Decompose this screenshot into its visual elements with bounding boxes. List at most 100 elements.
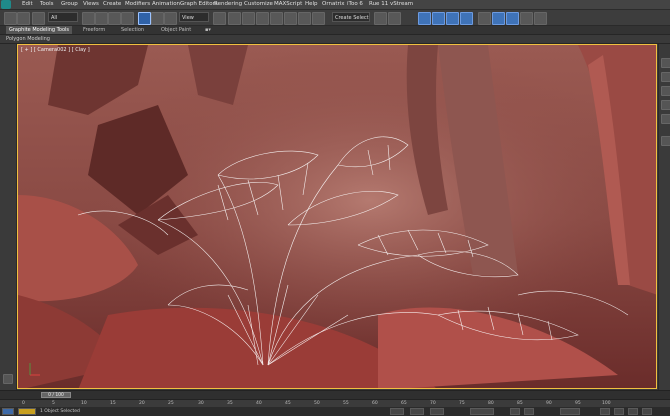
edit-named-selection-icon[interactable]: [312, 12, 325, 25]
menu-edit[interactable]: Edit: [22, 0, 33, 9]
named-selection-set-dropdown[interactable]: Create Selection S: [332, 12, 370, 22]
select-rotate-icon[interactable]: [151, 12, 164, 25]
ruler-tick: 70: [430, 401, 436, 406]
material-editor-icon[interactable]: [492, 12, 505, 25]
ruler-tick: 10: [81, 401, 87, 406]
menu-itoo[interactable]: iToo 6: [347, 0, 363, 9]
status-bar: 1 Object Selected: [0, 407, 670, 416]
manipulate-icon[interactable]: [228, 12, 241, 25]
modify-panel-icon[interactable]: [661, 72, 670, 82]
ruler-tick: 55: [343, 401, 349, 406]
menu-customize[interactable]: Customize: [244, 0, 273, 9]
pivot-center-icon[interactable]: [213, 12, 226, 25]
ribbon-options-icon[interactable]: ▪▾: [202, 26, 214, 34]
select-scale-icon[interactable]: [164, 12, 177, 25]
rendered-frame-window-icon[interactable]: [520, 12, 533, 25]
select-object-icon[interactable]: [82, 12, 95, 25]
maximize-viewport-icon[interactable]: [642, 408, 652, 415]
time-slider-track[interactable]: 0 / 100: [0, 390, 670, 399]
percent-snap-icon[interactable]: [284, 12, 297, 25]
menu-tools[interactable]: Tools: [40, 0, 54, 9]
ruler-tick: 45: [285, 401, 291, 406]
render-setup-icon[interactable]: [506, 12, 519, 25]
select-move-icon[interactable]: [138, 12, 151, 25]
motion-panel-icon[interactable]: [661, 100, 670, 110]
mirror-icon[interactable]: [374, 12, 387, 25]
viewport-layout-icon[interactable]: [3, 374, 13, 384]
create-panel-icon[interactable]: [661, 58, 670, 68]
keyboard-shortcut-icon[interactable]: [242, 12, 255, 25]
reference-coord-dropdown[interactable]: View: [179, 12, 209, 22]
menu-group[interactable]: Group: [61, 0, 78, 9]
tab-graphite-modeling-tools[interactable]: Graphite Modeling Tools: [6, 26, 73, 34]
angle-snap-icon[interactable]: [270, 12, 283, 25]
left-viewport-strip: [0, 44, 17, 390]
grid-field[interactable]: [470, 408, 494, 415]
scene-explorer-icon[interactable]: [418, 12, 431, 25]
z-coord-field[interactable]: [430, 408, 444, 415]
menu-maxscript[interactable]: MAXScript: [274, 0, 302, 9]
play-icon[interactable]: [510, 408, 520, 415]
spinner-snap-icon[interactable]: [298, 12, 311, 25]
menu-modifiers[interactable]: Modifiers: [125, 0, 150, 9]
curve-editor-icon[interactable]: [460, 12, 473, 25]
viewport-label[interactable]: [ + ] [ Camera002 ] [ Clay ]: [21, 47, 90, 53]
status-selection-text: 1 Object Selected: [40, 409, 80, 414]
ruler-tick: 40: [256, 401, 262, 406]
menu-animation[interactable]: Animation: [152, 0, 180, 9]
pan-icon[interactable]: [614, 408, 624, 415]
panel-polygon-modeling[interactable]: Polygon Modeling: [6, 35, 50, 43]
ruler-tick: 95: [575, 401, 581, 406]
tab-freeform[interactable]: Freeform: [80, 26, 108, 34]
menu-help[interactable]: Help: [305, 0, 318, 9]
command-panel-strip: [658, 44, 670, 390]
menu-views[interactable]: Views: [83, 0, 99, 9]
ruler-tick: 35: [227, 401, 233, 406]
menu-graph-editors[interactable]: Graph Editors: [180, 0, 218, 9]
x-coord-field[interactable]: [390, 408, 404, 415]
link-icon[interactable]: [32, 12, 45, 25]
ruler-tick: 75: [459, 401, 465, 406]
display-panel-icon[interactable]: [661, 114, 670, 124]
orbit-icon[interactable]: [628, 408, 638, 415]
track-bar[interactable]: 0 5 10 15 20 25 30 35 40 45 50 55 60 65 …: [0, 399, 670, 407]
ruler-tick: 30: [198, 401, 204, 406]
tab-object-paint[interactable]: Object Paint: [158, 26, 194, 34]
window-crossing-icon[interactable]: [121, 12, 134, 25]
ruler-tick: 85: [517, 401, 523, 406]
select-by-name-icon[interactable]: [95, 12, 108, 25]
render-production-icon[interactable]: [534, 12, 547, 25]
tab-selection[interactable]: Selection: [118, 26, 147, 34]
camera-viewport[interactable]: [ + ] [ Camera002 ] [ Clay ]: [17, 44, 657, 389]
ruler-tick: 15: [110, 401, 116, 406]
hierarchy-panel-icon[interactable]: [661, 86, 670, 96]
selection-filter-dropdown[interactable]: All: [48, 12, 78, 22]
next-frame-icon[interactable]: [524, 408, 534, 415]
menu-ornatrix[interactable]: Ornatrix: [322, 0, 345, 9]
ruler-tick: 90: [546, 401, 552, 406]
selection-lock-icon[interactable]: [18, 408, 36, 415]
toggle-ribbon-icon[interactable]: [446, 12, 459, 25]
rect-selection-icon[interactable]: [108, 12, 121, 25]
y-coord-field[interactable]: [410, 408, 424, 415]
redo-icon[interactable]: [17, 12, 30, 25]
menu-rendering[interactable]: Rendering: [214, 0, 242, 9]
snap-toggle-icon[interactable]: [256, 12, 269, 25]
layer-explorer-icon[interactable]: [432, 12, 445, 25]
align-icon[interactable]: [388, 12, 401, 25]
app-logo-icon[interactable]: [1, 0, 11, 9]
schematic-view-icon[interactable]: [478, 12, 491, 25]
ruler-tick: 50: [314, 401, 320, 406]
auto-key-button[interactable]: [560, 408, 580, 415]
undo-icon[interactable]: [4, 12, 17, 25]
menu-create[interactable]: Create: [103, 0, 121, 9]
ribbon-tabs: Graphite Modeling Tools Freeform Selecti…: [0, 26, 670, 35]
time-slider[interactable]: 0 / 100: [41, 392, 71, 398]
viewport-scene: [18, 45, 656, 388]
zoom-icon[interactable]: [600, 408, 610, 415]
maxscript-listener-icon[interactable]: [2, 408, 14, 415]
ruler-tick: 5: [52, 401, 55, 406]
utilities-panel-icon[interactable]: [661, 136, 670, 146]
menu-rue-vstream[interactable]: Rue 11 vStream: [369, 0, 413, 9]
ruler-tick: 0: [22, 401, 25, 406]
